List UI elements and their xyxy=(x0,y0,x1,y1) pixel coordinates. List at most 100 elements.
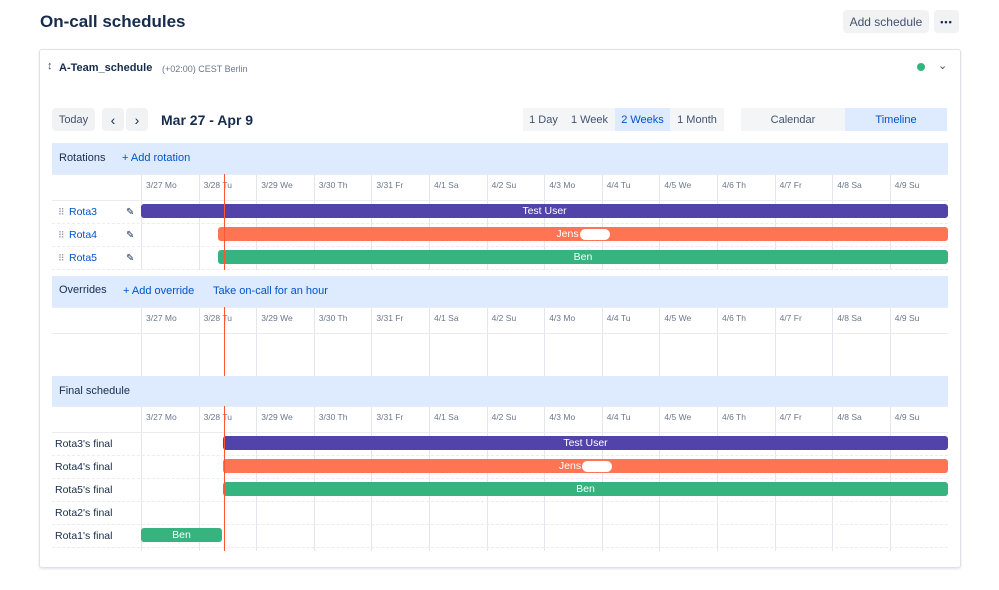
day-header: 3/30 Th xyxy=(318,180,348,190)
rota4-shift-bar[interactable]: Jens xyxy=(218,227,948,241)
day-column-line xyxy=(486,307,488,376)
day-column-line xyxy=(717,307,718,376)
grid-row-divider xyxy=(52,524,948,525)
day-header: 4/8 Sa xyxy=(837,412,862,422)
grid-row-line xyxy=(52,432,948,433)
grid-row-divider xyxy=(52,547,948,548)
day-header: 4/1 Sa xyxy=(434,180,459,190)
day-header: 3/31 Fr xyxy=(376,313,404,323)
grid-row-divider xyxy=(52,455,948,456)
final-rota4-bar[interactable]: Jens xyxy=(223,459,948,473)
day-header: 3/31 Fr xyxy=(376,180,404,190)
day-column-line xyxy=(313,307,315,376)
prev-period-button[interactable]: ‹ xyxy=(102,108,124,131)
rotation-name-rota4[interactable]: Rota4 xyxy=(69,229,97,241)
edit-pencil-icon[interactable]: ✎ xyxy=(126,207,134,218)
more-options-button[interactable]: ••• xyxy=(934,10,959,33)
day-column-line xyxy=(198,174,200,270)
day-header: 4/1 Sa xyxy=(434,412,459,422)
grid-row-line xyxy=(52,307,948,308)
rotation-name-rota5[interactable]: Rota5 xyxy=(69,252,97,264)
day-column-line xyxy=(889,307,891,376)
today-button[interactable]: Today xyxy=(52,108,95,131)
add-override-link[interactable]: + Add override xyxy=(123,285,194,297)
chevron-down-icon[interactable]: ⌄ xyxy=(938,59,947,72)
status-indicator xyxy=(917,63,925,71)
shift-assignee: Ben xyxy=(576,483,595,495)
final-rota5-bar[interactable]: Ben xyxy=(223,482,948,496)
grid-row-divider xyxy=(52,501,948,502)
day-header: 4/9 Su xyxy=(894,412,920,422)
final-schedule-header xyxy=(52,376,948,406)
shift-assignee: Test User xyxy=(522,205,567,217)
date-range: Mar 27 - Apr 9 xyxy=(161,112,254,128)
next-period-button[interactable]: › xyxy=(126,108,148,131)
day-header: 4/4 Tu xyxy=(606,313,631,323)
schedule-timezone: (+02:00) CEST Berlin xyxy=(162,64,248,74)
day-header: 4/5 We xyxy=(664,180,692,190)
rota5-shift-bar[interactable]: Ben xyxy=(218,250,948,264)
current-time-line xyxy=(224,307,225,376)
range-1-day[interactable]: 1 Day xyxy=(523,108,564,131)
day-header: 4/6 Th xyxy=(722,180,746,190)
day-header: 3/31 Fr xyxy=(376,412,404,422)
edit-pencil-icon[interactable]: ✎ xyxy=(126,253,134,264)
view-timeline[interactable]: Timeline xyxy=(845,108,947,131)
redaction-mark xyxy=(579,228,610,240)
current-time-line xyxy=(224,406,225,551)
schedule-name[interactable]: A-Team_schedule xyxy=(59,62,152,74)
shift-assignee: Jens xyxy=(556,228,579,240)
day-header: 4/7 Fr xyxy=(779,412,802,422)
rotation-name-rota3[interactable]: Rota3 xyxy=(69,206,97,218)
shift-assignee: Jens xyxy=(558,460,582,472)
final-rota1-bar[interactable]: Ben xyxy=(141,528,222,542)
final-rota3-bar[interactable]: Test User xyxy=(223,436,948,450)
chevron-left-icon: ‹ xyxy=(110,111,116,128)
chevron-right-icon: › xyxy=(134,111,140,128)
day-column-line xyxy=(544,307,546,376)
day-header: 4/6 Th xyxy=(722,412,746,422)
final-row-label: Rota5's final xyxy=(55,484,113,496)
drag-handle-icon[interactable]: ⠿ xyxy=(58,230,65,241)
day-header: 4/3 Mo xyxy=(549,180,576,190)
day-column-line xyxy=(141,307,142,376)
grid-row-line xyxy=(52,174,948,175)
day-header: 4/8 Sa xyxy=(837,313,862,323)
day-header: 4/2 Su xyxy=(491,313,517,323)
shift-assignee: Test User xyxy=(563,437,608,449)
final-row-label: Rota4's final xyxy=(55,461,113,473)
take-oncall-link[interactable]: Take on-call for an hour xyxy=(213,285,328,297)
day-header: 4/7 Fr xyxy=(779,313,802,323)
day-header: 3/30 Th xyxy=(318,412,348,422)
day-header: 3/28 Tu xyxy=(203,313,232,323)
final-row-label: Rota3's final xyxy=(55,438,113,450)
grid-row-divider xyxy=(52,478,948,479)
add-rotation-link[interactable]: + Add rotation xyxy=(122,152,190,164)
drag-handle-icon[interactable]: ⠿ xyxy=(58,207,65,218)
redaction-mark xyxy=(582,460,613,472)
edit-pencil-icon[interactable]: ✎ xyxy=(126,230,134,241)
day-header: 3/27 Mo xyxy=(146,180,177,190)
final-row-label: Rota2's final xyxy=(55,507,113,519)
day-column-line xyxy=(371,307,373,376)
rota3-shift-bar[interactable]: Test User xyxy=(141,204,948,218)
day-header: 4/5 We xyxy=(664,313,692,323)
overrides-grid: 3/27 Mo 3/28 Tu 3/29 We 3/30 Th 3/31 Fr 4/1 S… xyxy=(52,307,948,376)
add-schedule-button[interactable]: Add schedule xyxy=(843,10,929,33)
range-2-weeks[interactable]: 2 Weeks xyxy=(615,108,670,131)
overrides-title: Overrides xyxy=(59,284,107,296)
reorder-icon[interactable]: ↕ xyxy=(47,60,53,72)
day-header: 3/28 Tu xyxy=(203,412,232,422)
day-header: 4/4 Tu xyxy=(606,412,631,422)
range-1-month[interactable]: 1 Month xyxy=(670,108,724,131)
rotations-title: Rotations xyxy=(59,152,106,164)
day-header: 4/3 Mo xyxy=(549,412,576,422)
view-calendar[interactable]: Calendar xyxy=(741,108,845,131)
day-header: 4/2 Su xyxy=(491,412,517,422)
day-column-line xyxy=(198,307,200,376)
drag-handle-icon[interactable]: ⠿ xyxy=(58,253,65,264)
day-column-line xyxy=(832,307,834,376)
day-column-line xyxy=(429,307,430,376)
day-header: 4/3 Mo xyxy=(549,313,576,323)
range-1-week[interactable]: 1 Week xyxy=(564,108,615,131)
